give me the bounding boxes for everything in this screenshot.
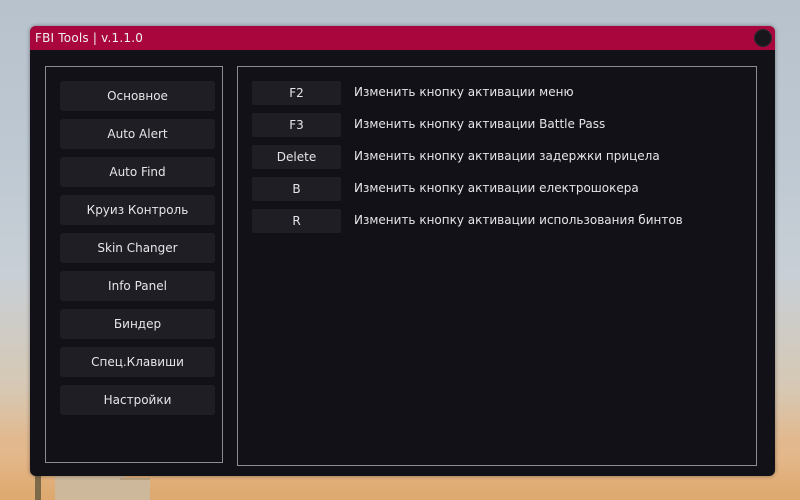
background-building (120, 478, 150, 500)
hotkey-row: F2 Изменить кнопку активации меню (252, 81, 732, 105)
sidebar-item-auto-find[interactable]: Auto Find (60, 157, 215, 187)
sidebar-item-auto-alert[interactable]: Auto Alert (60, 119, 215, 149)
hotkey-button-menu[interactable]: F2 (252, 81, 341, 105)
hotkey-description: Изменить кнопку активации задержки прице… (354, 149, 660, 163)
sidebar-item-main[interactable]: Основное (60, 81, 215, 111)
hotkey-button-bandages[interactable]: R (252, 209, 341, 233)
close-button[interactable] (754, 29, 772, 47)
hotkey-row: Delete Изменить кнопку активации задержк… (252, 145, 732, 169)
hotkey-button-aim-delay[interactable]: Delete (252, 145, 341, 169)
sidebar-item-binder[interactable]: Биндер (60, 309, 215, 339)
fbi-tools-window: FBI Tools | v.1.1.0 Основное Auto Alert … (30, 26, 775, 476)
hotkeys-panel: F2 Изменить кнопку активации меню F3 Изм… (237, 66, 757, 466)
hotkey-row: R Изменить кнопку активации использовани… (252, 209, 732, 233)
sidebar-item-special-keys[interactable]: Спец.Клавиши (60, 347, 215, 377)
hotkey-button-battle-pass[interactable]: F3 (252, 113, 341, 137)
sidebar-item-settings[interactable]: Настройки (60, 385, 215, 415)
title-bar[interactable]: FBI Tools | v.1.1.0 (30, 26, 775, 50)
hotkey-row: F3 Изменить кнопку активации Battle Pass (252, 113, 732, 137)
hotkey-description: Изменить кнопку активации меню (354, 85, 574, 99)
hotkey-button-taser[interactable]: B (252, 177, 341, 201)
hotkey-description: Изменить кнопку активации использования … (354, 213, 683, 227)
sidebar: Основное Auto Alert Auto Find Круиз Конт… (45, 66, 223, 463)
sidebar-item-skin-changer[interactable]: Skin Changer (60, 233, 215, 263)
sidebar-item-cruise-control[interactable]: Круиз Контроль (60, 195, 215, 225)
hotkey-row: B Изменить кнопку активации електрошокер… (252, 177, 732, 201)
sidebar-item-info-panel[interactable]: Info Panel (60, 271, 215, 301)
hotkey-description: Изменить кнопку активации електрошокера (354, 181, 639, 195)
hotkey-description: Изменить кнопку активации Battle Pass (354, 117, 606, 131)
window-title: FBI Tools | v.1.1.0 (35, 31, 144, 45)
